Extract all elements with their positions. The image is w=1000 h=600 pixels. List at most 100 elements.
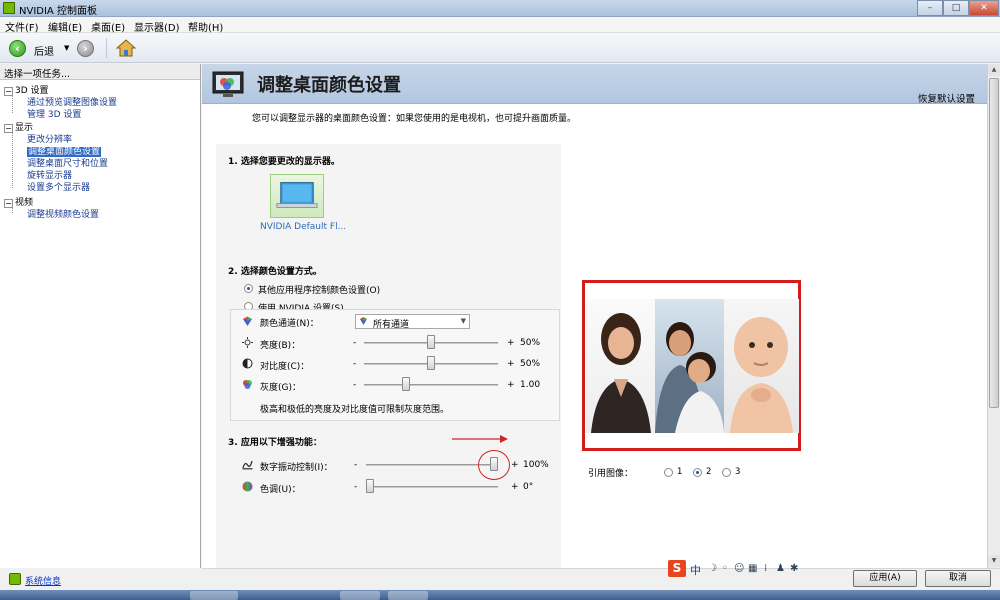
menu-display[interactable]: 显示器(D) <box>134 19 180 34</box>
restore-defaults-link[interactable]: 恢复默认设置 <box>918 91 975 105</box>
ime-emoji-icon[interactable]: ☺ <box>734 563 744 574</box>
brightness-label: 亮度(B)： <box>260 341 301 351</box>
hue-slider-thumb[interactable] <box>366 479 374 493</box>
task-pane: 选择一项任务... −3D 设置 通过预览调整图像设置 管理 3D 设置 − 显示… <box>0 64 201 568</box>
gamma-icon <box>243 380 252 389</box>
vibrance-plus: + <box>511 460 519 470</box>
reference-radio-1-label[interactable]: 1 <box>677 467 682 477</box>
cancel-button[interactable]: 取消 <box>925 570 991 587</box>
tree-item-manage-3d[interactable]: 管理 3D 设置 <box>27 107 81 120</box>
vibrance-value: 100% <box>523 460 549 470</box>
contrast-value: 50% <box>520 359 541 369</box>
system-info-bar: 系统信息 <box>0 568 201 590</box>
ime-language-indicator[interactable]: 中 <box>690 562 701 578</box>
back-button-label[interactable]: 后退 <box>34 43 54 58</box>
tree-item-multiple-displays[interactable]: 设置多个显示器 <box>27 180 90 193</box>
gamma-label: 灰度(G)： <box>260 383 301 393</box>
ime-settings-icon[interactable]: ✱ <box>790 563 798 574</box>
back-dropdown-icon[interactable]: ▼ <box>64 44 69 52</box>
system-info-link[interactable]: 系统信息 <box>25 574 61 587</box>
all-channels-icon <box>360 317 367 325</box>
brightness-slider-thumb[interactable] <box>427 335 435 349</box>
color-channel-select[interactable]: 所有通道 ▼ <box>355 314 470 330</box>
hue-min: - <box>354 482 358 492</box>
monitor-label[interactable]: NVIDIA Default Fl... <box>260 222 346 232</box>
ime-keyboard-icon[interactable]: ▦ <box>748 563 757 574</box>
brightness-plus: + <box>507 338 515 348</box>
radio-app-controlled[interactable] <box>244 284 253 293</box>
home-icon[interactable] <box>116 38 136 58</box>
photo-couple <box>655 299 724 433</box>
reference-radio-2[interactable] <box>693 468 702 477</box>
gamma-slider-thumb[interactable] <box>401 377 410 391</box>
toolbar-separator <box>106 38 107 58</box>
monitor-icon <box>276 182 318 208</box>
reference-radio-3-label[interactable]: 3 <box>735 467 740 477</box>
sogou-ime-icon[interactable]: S <box>668 560 686 577</box>
ime-grid-icon[interactable]: ⁞ <box>764 563 767 574</box>
scroll-up-icon[interactable]: ▲ <box>988 64 1000 76</box>
contrast-slider-thumb[interactable] <box>427 356 435 370</box>
vibrance-min: - <box>354 460 358 470</box>
scroll-down-icon[interactable]: ▼ <box>988 555 1000 567</box>
reference-radio-1[interactable] <box>664 468 673 477</box>
hue-track[interactable] <box>366 486 498 488</box>
taskbar-item[interactable] <box>388 591 428 600</box>
ime-moon-icon[interactable]: ☽ <box>708 563 717 574</box>
contrast-min: - <box>353 359 357 369</box>
menu-bar: 文件(F) 编辑(E) 桌面(E) 显示器(D) 帮助(H) <box>0 17 1000 34</box>
scroll-thumb[interactable] <box>989 78 999 408</box>
color-channel-value: 所有通道 <box>373 320 410 330</box>
close-button[interactable]: ✕ <box>969 0 999 16</box>
taskbar-item[interactable] <box>340 591 380 600</box>
hue-icon <box>242 481 253 492</box>
gamma-value: 1.00 <box>520 380 541 390</box>
forward-arrow-icon[interactable]: › <box>77 40 94 57</box>
annotation-arrow-icon <box>452 435 508 443</box>
annotation-circle <box>478 450 510 480</box>
reference-image-preview <box>582 280 801 451</box>
color-channel-label: 颜色通道(N)： <box>260 319 319 329</box>
section-3-title: 3. 应用以下增强功能： <box>228 438 322 448</box>
menu-edit[interactable]: 编辑(E) <box>48 19 82 34</box>
vibrance-label: 数字振动控制(I)： <box>260 463 333 473</box>
photo-woman <box>586 299 656 433</box>
contrast-plus: + <box>507 359 515 369</box>
nvidia-app-icon <box>3 2 15 14</box>
radio-app-controlled-label[interactable]: 其他应用程序控制颜色设置(O) <box>258 283 380 296</box>
chevron-down-icon: ▼ <box>460 317 466 325</box>
contrast-label: 对比度(C)： <box>260 362 310 372</box>
main-header: 调整桌面颜色设置 恢复默认设置 <box>202 64 987 105</box>
taskbar-item[interactable] <box>190 591 238 600</box>
reference-image-label: 引用图像： <box>588 469 634 479</box>
contrast-note: 极高和极低的亮度及对比度值可限制灰度范围。 <box>260 405 450 415</box>
brightness-value: 50% <box>520 338 541 348</box>
monitor-tile[interactable] <box>270 174 324 218</box>
maximize-button[interactable]: □ <box>943 0 969 16</box>
gamma-track[interactable] <box>364 384 498 386</box>
page-description: 您可以调整显示器的桌面颜色设置：如果您使用的是电视机，也可提升画面质量。 <box>252 114 577 124</box>
page-title: 调整桌面颜色设置 <box>257 75 401 96</box>
main-scrollbar[interactable]: ▲ ▼ <box>987 64 1000 568</box>
window-title: NVIDIA 控制面板 <box>19 6 97 17</box>
contrast-icon <box>242 358 253 369</box>
ime-toolbar[interactable]: S 中 ☽ ◦ ☺ ▦ ⁞ ♟ ✱ <box>668 560 818 578</box>
tree-item-video-color[interactable]: 调整视频颜色设置 <box>27 207 99 220</box>
ime-user-icon[interactable]: ♟ <box>776 563 785 574</box>
apply-button[interactable]: 应用(A) <box>853 570 917 587</box>
vibrance-icon <box>242 460 253 470</box>
menu-file[interactable]: 文件(F) <box>5 19 39 34</box>
section-2-title: 2. 选择颜色设置方式。 <box>228 267 322 277</box>
reference-radio-3[interactable] <box>722 468 731 477</box>
menu-desktop[interactable]: 桌面(E) <box>91 19 125 34</box>
back-arrow-icon[interactable]: ‹ <box>9 40 26 57</box>
windows-taskbar <box>0 590 1000 600</box>
reference-radio-2-label[interactable]: 2 <box>706 467 711 477</box>
main-panel: 调整桌面颜色设置 恢复默认设置 您可以调整显示器的桌面颜色设置：如果您使用的是电… <box>202 64 987 568</box>
menu-help[interactable]: 帮助(H) <box>188 19 223 34</box>
color-channel-icon <box>243 316 252 326</box>
ime-punct-icon[interactable]: ◦ <box>722 563 728 574</box>
brightness-icon <box>242 337 253 348</box>
section-1-title: 1. 选择您要更改的显示器。 <box>228 157 340 167</box>
minimize-button[interactable]: – <box>917 0 943 16</box>
